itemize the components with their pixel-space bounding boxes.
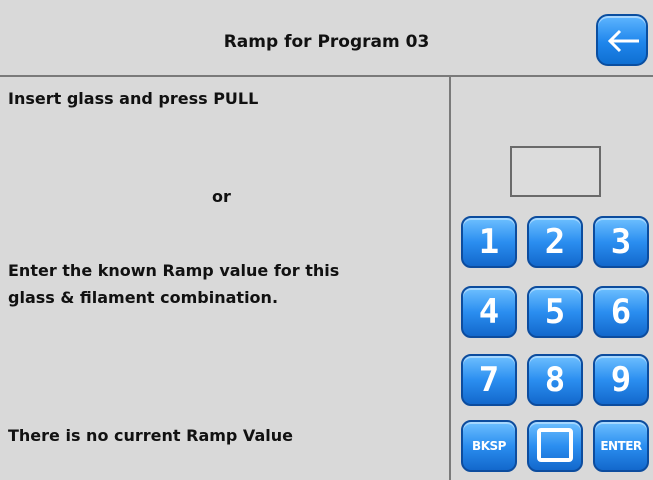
header-bar: Ramp for Program 03 <box>0 0 653 77</box>
key-9-button[interactable]: 9 <box>593 354 649 406</box>
zero-glyph-icon <box>537 427 573 462</box>
key-0-button[interactable] <box>527 420 583 472</box>
key-3-button[interactable]: 3 <box>593 216 649 268</box>
back-arrow-icon <box>607 29 639 53</box>
page-title: Ramp for Program 03 <box>223 32 430 52</box>
key-1-button[interactable]: 1 <box>461 216 517 268</box>
key-5-button[interactable]: 5 <box>527 286 583 338</box>
key-8-button[interactable]: 8 <box>527 354 583 406</box>
instruction-or: or <box>212 187 231 206</box>
panel-divider <box>449 77 451 480</box>
key-2-button[interactable]: 2 <box>527 216 583 268</box>
key-6-button[interactable]: 6 <box>593 286 649 338</box>
backspace-button[interactable]: BKSP <box>461 420 517 472</box>
instruction-enter-ramp-line2: glass & filament combination. <box>8 288 279 307</box>
enter-button[interactable]: ENTER <box>593 420 649 472</box>
instruction-enter-ramp-line1: Enter the known Ramp value for this <box>8 261 340 280</box>
back-button[interactable] <box>596 14 648 66</box>
ramp-status-text: There is no current Ramp Value <box>8 426 293 445</box>
key-7-button[interactable]: 7 <box>461 354 517 406</box>
instruction-insert-glass: Insert glass and press PULL <box>8 89 259 108</box>
ramp-value-display <box>510 146 601 197</box>
key-4-button[interactable]: 4 <box>461 286 517 338</box>
